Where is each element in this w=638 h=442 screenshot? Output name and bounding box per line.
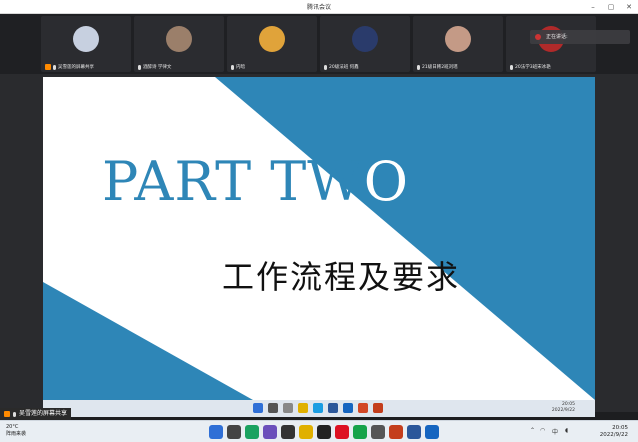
avatar	[73, 26, 99, 52]
shared-taskbar: 20:05 2022/9/22	[43, 400, 595, 417]
participant-tile[interactable]: 20级法班 何鑫	[320, 16, 410, 72]
taskbar: 20°C 阵雨来袭 ⌃ ◠ 中 ◖ 20:05 2022/9/22	[0, 420, 638, 442]
shared-taskview-icon	[283, 403, 293, 413]
photo-icon[interactable]	[371, 425, 385, 439]
participant-name-text: 20级法班 何鑫	[329, 65, 359, 70]
mic-icon	[13, 411, 16, 417]
window-title: 腾讯会议	[306, 4, 331, 11]
search-icon[interactable]	[227, 425, 241, 439]
screen-share-icon	[45, 64, 51, 70]
mic-icon	[138, 64, 141, 70]
taskbar-clock[interactable]: 20:05 2022/9/22	[600, 425, 628, 439]
participant-name: 酒醉诗 学律文	[138, 64, 222, 70]
wechat-icon[interactable]	[353, 425, 367, 439]
participant-name-text: 吴雪莲的屏幕共享	[58, 65, 94, 70]
participant-tile[interactable]: 吴雪莲的屏幕共享	[41, 16, 131, 72]
participant-tile[interactable]: 内暗	[227, 16, 317, 72]
close-icon[interactable]: ✕	[620, 0, 638, 14]
shared-edge-icon	[313, 403, 323, 413]
shared-clock: 20:05 2022/9/22	[552, 402, 575, 414]
participant-name: 20级法班 何鑫	[324, 64, 408, 70]
shared-folder-icon	[298, 403, 308, 413]
participant-tile[interactable]: 酒醉诗 学律文	[134, 16, 224, 72]
participant-name: 内暗	[231, 64, 315, 70]
shared-slide	[43, 77, 595, 400]
avatar	[352, 26, 378, 52]
avatar	[259, 26, 285, 52]
participant-tile[interactable]: 21级日韩2班刘瑶	[413, 16, 503, 72]
part-title-light: O	[363, 150, 410, 213]
shared-meeting-icon	[343, 403, 353, 413]
weather-widget[interactable]: 20°C 阵雨来袭	[6, 424, 26, 438]
participant-name: 20法学3班宋冰艳	[510, 64, 594, 70]
mic-icon	[324, 64, 327, 70]
weather-desc: 阵雨来袭	[6, 431, 27, 437]
avatar	[445, 26, 471, 52]
weather-temp: 20°C	[6, 424, 19, 430]
speaker-avatar	[535, 34, 541, 40]
taskbar-time: 20:05	[612, 425, 628, 431]
netease-icon[interactable]	[335, 425, 349, 439]
slide-background	[43, 77, 595, 400]
folder-icon[interactable]	[299, 425, 313, 439]
mic-icon	[53, 64, 56, 70]
participant-name-text: 酒醉诗 学律文	[143, 65, 172, 70]
volume-icon[interactable]: ◖	[565, 427, 568, 434]
store-icon[interactable]	[281, 425, 295, 439]
part-title-dark: PART TW	[102, 150, 364, 213]
tray-chevron-icon[interactable]: ⌃	[530, 427, 535, 434]
shared-word-icon	[328, 403, 338, 413]
word-icon[interactable]	[407, 425, 421, 439]
participant-name-text: 20法学3班宋冰艳	[515, 65, 551, 70]
speaker-indicator: 正在讲话:	[530, 30, 630, 44]
slide-part-title: PART TWO	[102, 150, 409, 213]
white-diagonal-band	[43, 77, 595, 400]
avatar	[166, 26, 192, 52]
mic-icon	[510, 64, 513, 70]
participant-tile[interactable]: 20法学3班宋冰艳	[506, 16, 596, 72]
participant-name: 吴雪莲的屏幕共享	[45, 64, 129, 70]
taskbar-date: 2022/9/22	[599, 432, 628, 438]
screen-share-label: 吴雪莲的屏幕共享	[19, 410, 68, 417]
participant-name: 21级日韩2班刘瑶	[417, 64, 501, 70]
title-bar: 腾讯会议 – ▢ ✕	[0, 0, 638, 14]
mic-icon	[417, 64, 420, 70]
capcut-icon[interactable]	[317, 425, 331, 439]
powerpoint-icon[interactable]	[389, 425, 403, 439]
screen-share-icon	[4, 411, 10, 417]
shared-start-icon	[253, 403, 263, 413]
wifi-icon[interactable]: ◠	[540, 427, 545, 434]
app-icon[interactable]	[263, 425, 277, 439]
shared-search-icon	[268, 403, 278, 413]
chrome-icon[interactable]	[245, 425, 259, 439]
mic-icon	[231, 64, 234, 70]
speaker-label: 正在讲话:	[546, 34, 568, 40]
ime-indicator[interactable]: 中	[552, 427, 558, 436]
shared-slideshow-icon	[373, 403, 383, 413]
tencent-meeting-icon[interactable]	[425, 425, 439, 439]
maximize-icon[interactable]: ▢	[602, 0, 620, 14]
start-icon[interactable]	[209, 425, 223, 439]
participant-name-text: 内暗	[236, 65, 245, 70]
shared-ppt-icon	[358, 403, 368, 413]
shared-date: 2022/9/22	[551, 408, 575, 413]
minimize-icon[interactable]: –	[584, 0, 602, 14]
screen-share-bar[interactable]: 吴雪莲的屏幕共享	[0, 408, 72, 420]
slide-subtitle: 工作流程及要求	[222, 258, 461, 296]
participant-name-text: 21级日韩2班刘瑶	[422, 65, 458, 70]
